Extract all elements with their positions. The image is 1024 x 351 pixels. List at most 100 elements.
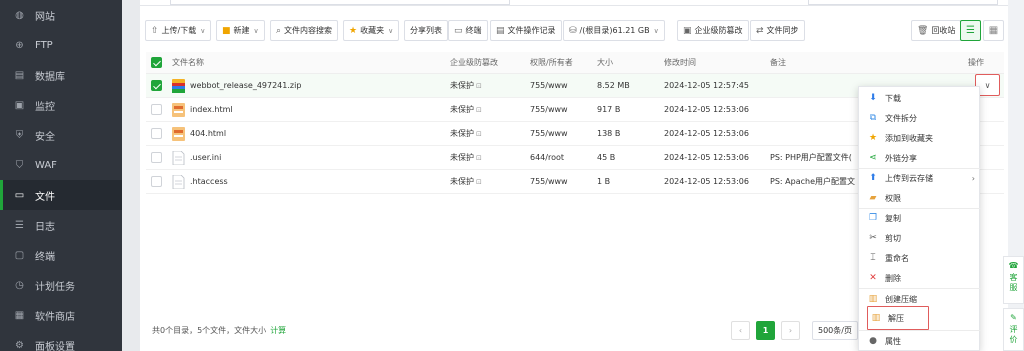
permission[interactable]: 644/root [530,146,564,170]
menu-item-download[interactable]: ⬇ 下载 [859,88,981,108]
file-size: 8.52 MB [597,81,630,90]
lock-icon[interactable]: ⊡ [476,98,482,122]
download-icon: ⬇ [869,93,877,103]
menu-item-delete[interactable]: ✕ 删除 [859,268,981,288]
search-icon: ⌕ [276,25,282,36]
terminal-button[interactable]: ▭ 终端 [448,20,488,41]
text-file-icon [172,151,185,165]
file-note[interactable]: PS: Apache用户配置文 [770,170,858,194]
sidebar-item-label: 软件商店 [35,311,75,323]
sidebar-item-terminal[interactable]: ▢ 终端 [0,240,122,270]
path-input[interactable] [170,0,510,5]
sidebar-item-logs[interactable]: ☰ 日志 [0,210,122,240]
permission[interactable]: 755/www [530,170,568,194]
prev-page-button[interactable]: ‹ [731,321,750,340]
sidebar-item-files[interactable]: ▭ 文件 [0,180,122,210]
calculate-size-link[interactable]: 计算 [270,326,286,335]
upload-download-button[interactable]: ⇧ 上传/下载 ∨ [145,20,212,41]
sidebar-item-database[interactable]: ▤ 数据库 [0,60,122,90]
file-note[interactable]: PS: PHP用户配置文件( [770,146,858,170]
menu-item-cloud-upload[interactable]: ⬆ 上传到云存储 › [859,168,981,188]
menu-item-extract[interactable]: ▥ 解压 [867,306,929,330]
page-size-select[interactable]: 500条/页 [812,321,858,340]
menu-item-copy[interactable]: ❐ 复制 [859,208,981,228]
row-checkbox[interactable] [151,176,162,187]
permission[interactable]: 755/www [530,74,568,98]
file-note[interactable] [770,74,854,98]
permission[interactable]: 755/www [530,122,568,146]
database-icon: ▤ [14,69,25,81]
sidebar-item-store[interactable]: ▦ 软件商店 [0,300,122,330]
col-name[interactable]: 文件名称 [172,52,204,74]
file-name[interactable]: 404.html [190,122,226,146]
new-button[interactable]: ■ 新建 ∨ [216,20,265,41]
sidebar-item-cron[interactable]: ◷ 计划任务 [0,270,122,300]
file-sync-button[interactable]: ⇄ 文件同步 [750,20,805,41]
sidebar-item-settings[interactable]: ⚙ 面板设置 [0,330,122,351]
permission[interactable]: 755/www [530,98,568,122]
menu-item-cut[interactable]: ✂ 剪切 [859,228,981,248]
sidebar-item-website[interactable]: ◍ 网站 [0,0,122,30]
row-checkbox[interactable] [151,128,162,139]
sidebar-item-ftp[interactable]: ⊕ FTP [0,30,122,60]
sidebar-item-waf[interactable]: ⛉ WAF [0,150,122,180]
operation-log-button[interactable]: ▤ 文件操作记录 [490,20,562,41]
menu-item-split[interactable]: ⧉ 文件拆分 [859,108,981,128]
customer-service-tab[interactable]: ☎ 客服 [1003,256,1024,304]
menu-item-rename[interactable]: ⌶ 重命名 [859,248,981,268]
share-list-button[interactable]: 分享列表 [404,20,448,41]
file-context-menu: ⬇ 下载 ⧉ 文件拆分 ★ 添加到收藏夹 ⋖ 外链分享 ⬆ 上传到云存储 › ▰ 权限 ❐ 复制… [858,86,981,351]
recycle-bin-button[interactable]: 🗑 回收站 [911,20,962,41]
waf-icon: ⛉ [15,159,24,171]
cloud-upload-icon: ⬆ [869,173,877,183]
file-manager-screen: { "sidebar": { "items": [ {"label": "网站"… [0,0,1024,351]
menu-item-properties[interactable]: ● 属性 [859,331,981,351]
text-file-icon [172,175,185,189]
file-name[interactable]: webbot_release_497241.zip [190,74,301,98]
row-checkbox[interactable] [151,152,162,163]
list-icon: ☰ [966,25,975,36]
grid-view-button[interactable]: ▦ [983,20,1004,41]
disk-select[interactable]: ⛁/(根目录)61.21 GB ∨ [563,20,665,41]
select-all-checkbox[interactable] [151,57,162,68]
chevron-down-icon: ∨ [653,26,659,35]
review-tab[interactable]: ✎ 评价 [1003,308,1024,351]
sidebar-item-security[interactable]: ⛨ 安全 [0,120,122,150]
rename-icon: ⌶ [870,253,876,263]
col-operations: 操作 [968,58,984,67]
lock-icon[interactable]: ⊡ [476,170,482,194]
tamper-proof-button[interactable]: ▣ 企业级防篡改 [677,20,749,41]
content-search-button[interactable]: ⌕ 文件内容搜索 [270,20,339,41]
menu-item-favorite[interactable]: ★ 添加到收藏夹 [859,128,981,148]
col-size[interactable]: 大小 [597,52,613,74]
key-icon: ▰ [869,193,877,203]
file-note[interactable] [770,122,854,146]
sidebar-item-label: 安全 [35,131,55,143]
unzip-icon: ▥ [871,313,881,323]
tamper-status: 未保护 ⊡ [450,146,482,170]
file-name[interactable]: index.html [190,98,233,122]
menu-item-share[interactable]: ⋖ 外链分享 [859,148,981,168]
sidebar-item-monitor[interactable]: ▣ 监控 [0,90,122,120]
menu-item-permission[interactable]: ▰ 权限 [859,188,981,208]
table-header: 文件名称 企业级防篡改 权限/所有者 大小 修改时间 备注 操作 [146,52,1004,74]
row-checkbox[interactable] [151,104,162,115]
page-number[interactable]: 1 [756,321,775,340]
list-view-button[interactable]: ☰ [960,20,981,41]
tamper-status: 未保护 ⊡ [450,122,482,146]
sync-icon: ⇄ [756,25,764,36]
row-checkbox[interactable] [151,80,162,91]
col-mtime[interactable]: 修改时间 [664,52,696,74]
search-input[interactable] [808,0,998,5]
file-name[interactable]: .htaccess [190,170,228,194]
lock-icon[interactable]: ⊡ [476,122,482,146]
lock-icon[interactable]: ⊡ [476,146,482,170]
next-page-button[interactable]: › [781,321,800,340]
col-permission[interactable]: 权限/所有者 [530,52,573,74]
clock-icon: ◷ [15,279,24,291]
lock-icon[interactable]: ⊡ [476,74,482,98]
info-icon: ● [869,336,877,346]
file-name[interactable]: .user.ini [190,146,221,170]
favorites-button[interactable]: ★ 收藏夹 ∨ [343,20,400,41]
file-note[interactable] [770,98,854,122]
